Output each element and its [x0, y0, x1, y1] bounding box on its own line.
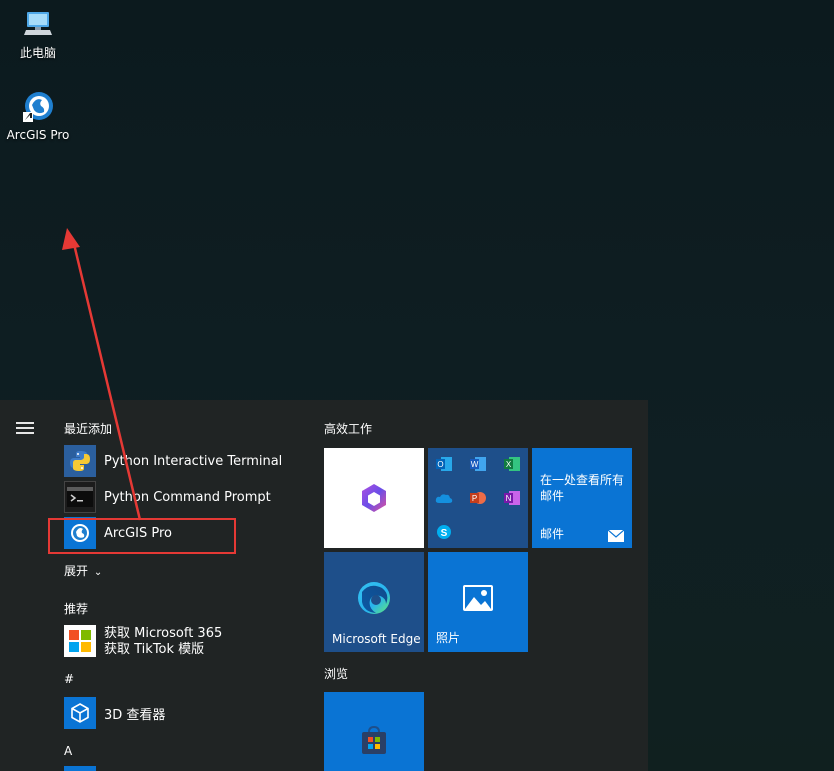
- svg-text:N: N: [506, 494, 512, 503]
- hamburger-menu-icon[interactable]: [16, 422, 34, 434]
- desktop-icon-label: ArcGIS Pro: [6, 128, 70, 142]
- app-list-item-label: Python Interactive Terminal: [104, 453, 283, 469]
- desktop-icon-this-pc[interactable]: 此电脑: [0, 8, 76, 61]
- svg-text:P: P: [472, 494, 477, 503]
- app-list-item-partial[interactable]: [64, 766, 96, 771]
- outlook-icon: O: [428, 448, 460, 480]
- start-menu: 最近添加 Python Interactive Terminal Python …: [0, 400, 648, 771]
- mail-envelope-icon: [608, 530, 624, 542]
- office-tile[interactable]: [324, 448, 424, 548]
- desktop-icon-arcgis-pro[interactable]: ArcGIS Pro: [0, 90, 76, 142]
- photos-tile-label: 照片: [436, 631, 461, 645]
- recently-added-header: 最近添加: [64, 422, 113, 436]
- expand-button[interactable]: 展开 ⌄: [64, 562, 102, 579]
- recommended-header: 推荐: [64, 602, 89, 616]
- recommended-labels[interactable]: 获取 Microsoft 365 获取 TikTok 模版: [104, 626, 222, 658]
- app-list-item-label: Python Command Prompt: [104, 489, 271, 505]
- onenote-icon: N: [496, 482, 528, 514]
- microsoft-logo-icon: [64, 625, 96, 657]
- edge-tile-label: Microsoft Edge: [332, 632, 421, 646]
- svg-text:S: S: [441, 528, 448, 539]
- svg-text:O: O: [437, 460, 443, 469]
- photos-tile[interactable]: 照片: [428, 552, 528, 652]
- tile-group-header: 高效工作: [324, 422, 373, 436]
- skype-icon: S: [428, 516, 460, 548]
- excel-icon: X: [496, 448, 528, 480]
- edge-tile[interactable]: Microsoft Edge: [324, 552, 424, 652]
- recommended-item-label: 获取 TikTok 模版: [104, 642, 205, 657]
- powerpoint-icon: P: [462, 482, 494, 514]
- photos-icon: [463, 585, 493, 611]
- 3d-cube-icon: [64, 697, 96, 729]
- app-list-item-get-office[interactable]: [64, 625, 104, 657]
- app-list-item-python-command-prompt[interactable]: Python Command Prompt: [64, 481, 271, 513]
- svg-text:W: W: [471, 460, 479, 469]
- store-bag-icon: [362, 725, 386, 754]
- a-section-header: A: [64, 744, 73, 758]
- desktop-icon-label: 此电脑: [19, 46, 56, 60]
- command-prompt-icon: [64, 481, 96, 513]
- edge-logo-icon: [358, 582, 390, 614]
- hash-section-header: #: [64, 672, 75, 686]
- app-list-item-python-interactive[interactable]: Python Interactive Terminal: [64, 445, 282, 477]
- word-icon: W: [462, 448, 494, 480]
- app-list-item-label: 3D 查看器: [104, 707, 166, 723]
- office-logo-icon: [362, 484, 386, 512]
- mail-tile-label: 邮件: [540, 527, 565, 541]
- svg-text:X: X: [506, 460, 512, 469]
- store-tile[interactable]: [324, 692, 424, 771]
- office-apps-folder-tile[interactable]: O W X P N S: [428, 448, 528, 548]
- chevron-down-icon: ⌄: [93, 567, 103, 578]
- annotation-highlight-box: [48, 518, 236, 554]
- python-icon: [64, 445, 96, 477]
- mail-tile[interactable]: 在一处查看所有邮件 邮件: [532, 448, 632, 548]
- arcgis-globe-icon: [23, 92, 53, 122]
- mail-tile-text: 在一处查看所有邮件: [540, 473, 625, 503]
- recommended-item-label: 获取 Microsoft 365: [104, 626, 223, 641]
- app-list-item-3d-viewer[interactable]: 3D 查看器: [64, 697, 165, 729]
- expand-label: 展开: [64, 564, 89, 578]
- onedrive-icon: [428, 482, 460, 514]
- computer-icon: [24, 12, 52, 35]
- tile-group-header: 浏览: [324, 667, 349, 681]
